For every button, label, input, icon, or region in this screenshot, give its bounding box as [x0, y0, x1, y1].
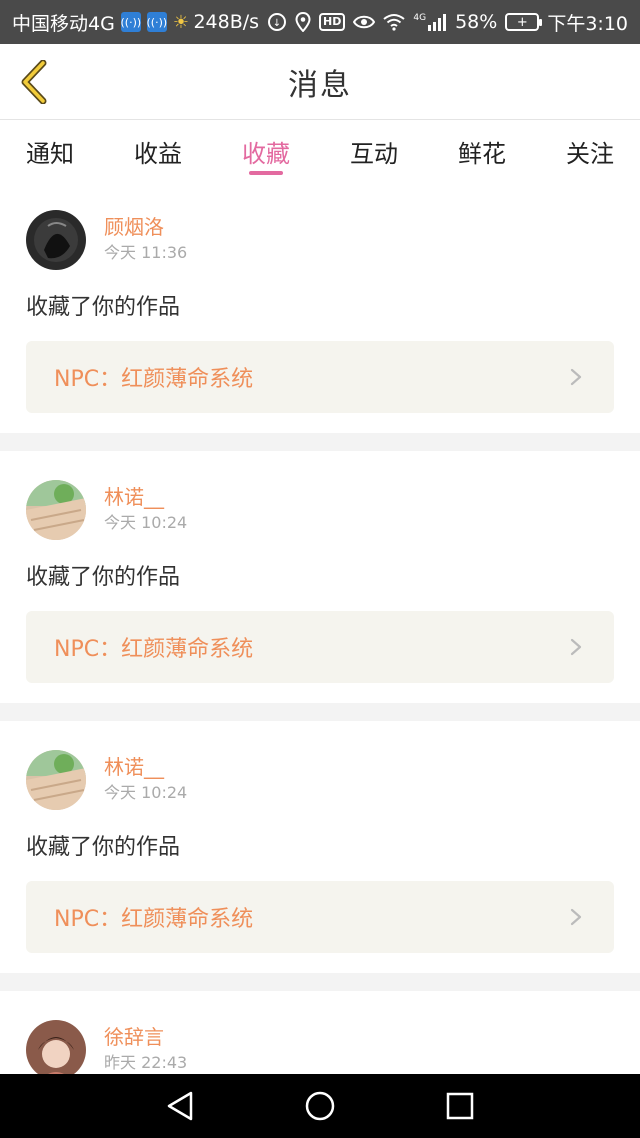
battery-icon: +	[505, 13, 543, 31]
tab-flowers[interactable]: 鲜花	[458, 121, 506, 181]
clock: 下午3:10	[547, 12, 628, 35]
message-list: 顾烟洛 今天 11:36 收藏了你的作品 NPC：红颜薄命系统 林诺__ 今天 …	[0, 181, 640, 1074]
nav-recents-button[interactable]	[440, 1086, 480, 1126]
message-card: 顾烟洛 今天 11:36 收藏了你的作品 NPC：红颜薄命系统	[0, 181, 640, 433]
square-recents-icon	[446, 1092, 474, 1120]
work-title: NPC：红颜薄命系统	[54, 637, 254, 662]
chevron-right-icon	[570, 638, 582, 656]
action-text: 收藏了你的作品	[26, 295, 181, 320]
tab-bar: 通知 收益 收藏 互动 鲜花 关注	[0, 121, 640, 181]
nav-home-button[interactable]	[300, 1086, 340, 1126]
system-nav-bar	[0, 1074, 640, 1138]
triangle-back-icon	[167, 1091, 193, 1121]
timestamp: 昨天 22:43	[104, 1053, 188, 1072]
message-card: 林诺__ 今天 10:24 收藏了你的作品 NPC：红颜薄命系统	[0, 721, 640, 973]
back-button[interactable]	[14, 58, 54, 106]
tab-following[interactable]: 关注	[566, 121, 614, 181]
action-text: 收藏了你的作品	[26, 565, 181, 590]
timestamp: 今天 10:24	[104, 513, 188, 532]
user-name[interactable]: 徐辞言	[104, 1024, 187, 1050]
user-name[interactable]: 林诺__	[104, 754, 187, 780]
data-hotspot-icon: ((·))	[146, 12, 167, 32]
circle-home-icon	[305, 1091, 335, 1121]
message-card: 徐辞言 昨天 22:43	[0, 991, 640, 1074]
tab-notice[interactable]: 通知	[26, 121, 74, 181]
data-saver-icon: ↓	[267, 12, 287, 32]
work-link[interactable]: NPC：红颜薄命系统	[26, 341, 614, 413]
action-text: 收藏了你的作品	[26, 835, 181, 860]
title-bar: 消息	[0, 44, 640, 120]
tab-favorites[interactable]: 收藏	[242, 121, 290, 181]
work-title: NPC：红颜薄命系统	[54, 907, 254, 932]
chevron-right-icon	[570, 368, 582, 386]
hd-icon: HD	[319, 13, 346, 31]
wifi-icon	[383, 13, 406, 31]
work-title: NPC：红颜薄命系统	[54, 367, 254, 392]
avatar[interactable]	[26, 750, 86, 810]
work-link[interactable]: NPC：红颜薄命系统	[26, 881, 614, 953]
chevron-left-icon	[21, 60, 47, 104]
timestamp: 今天 11:36	[104, 243, 188, 262]
svg-text:↓: ↓	[273, 18, 281, 29]
timestamp: 今天 10:24	[104, 783, 188, 802]
carrier-label: 中国移动4G	[12, 12, 115, 35]
net-speed: 248B/s	[193, 11, 260, 33]
avatar[interactable]	[26, 480, 86, 540]
tab-earnings[interactable]: 收益	[134, 121, 182, 181]
chevron-right-icon	[570, 908, 582, 926]
user-name[interactable]: 顾烟洛	[104, 214, 187, 240]
work-link[interactable]: NPC：红颜薄命系统	[26, 611, 614, 683]
page-title: 消息	[288, 67, 352, 103]
tab-interaction[interactable]: 互动	[350, 121, 398, 181]
location-icon	[295, 12, 311, 32]
avatar[interactable]	[26, 1020, 86, 1074]
user-name[interactable]: 林诺__	[104, 484, 187, 510]
avatar[interactable]	[26, 210, 86, 270]
message-card: 林诺__ 今天 10:24 收藏了你的作品 NPC：红颜薄命系统	[0, 451, 640, 703]
brightness-icon: ☀	[172, 11, 189, 33]
status-bar: 中国移动4G ((·)) ((·)) ☀ 248B/s ↓ HD 4G 58% …	[0, 0, 640, 44]
signal-icon: 4G	[413, 13, 447, 31]
battery-percent: 58%	[455, 11, 498, 33]
wifi-hotspot-icon: ((·))	[120, 12, 141, 32]
eye-comfort-icon	[353, 14, 376, 30]
nav-back-button[interactable]	[160, 1086, 200, 1126]
